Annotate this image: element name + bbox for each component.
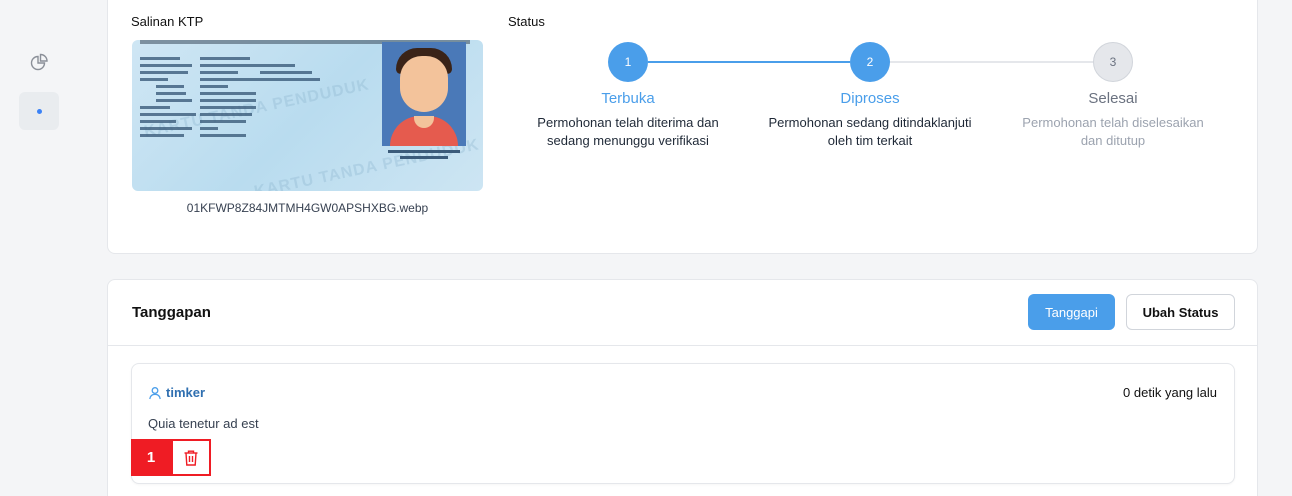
dot-icon [36,108,42,114]
ktp-place-line [388,150,460,153]
trash-icon [184,450,198,466]
ktp-filename[interactable]: 01KFWP8Z84JMTMH4GW0APSHXBG.webp [132,201,483,215]
sidebar-item-dashboard[interactable] [19,44,59,82]
ktp-text-line [200,113,252,116]
ktp-text-line [156,99,192,102]
step-connector-pending [890,61,1093,63]
sidebar-item-active[interactable] [19,92,59,130]
pie-chart-icon [30,53,48,71]
ktp-text-line [200,92,256,95]
ktp-text-line [140,127,192,130]
annotation-badge: 1 [131,439,171,476]
divider [108,345,1257,346]
step-3-circle: 3 [1093,42,1133,82]
ktp-text-line [140,113,196,116]
ktp-text-line [200,78,320,81]
comment-time: 0 detik yang lalu [1123,385,1217,400]
step-3-title: Selesai [1088,90,1138,107]
ktp-text-line [156,85,184,88]
ktp-text-line [200,71,238,74]
step-2-circle: 2 [850,42,890,82]
step-3-desc: Permohonan telah diselesaikan dan ditutu… [1003,114,1223,150]
ktp-text-line [140,78,168,81]
step-2-title: Diproses [840,90,900,107]
delete-comment-button[interactable] [171,439,211,476]
user-icon [149,386,161,399]
ktp-text-line [200,127,218,130]
step-3-desc-line2: dan ditutup [1080,133,1146,148]
sidebar [0,0,80,496]
step-1-number: 1 [624,55,632,69]
step-2-desc: Permohonan sedang ditindaklanjuti oleh t… [748,114,992,150]
ktp-date-line [400,156,448,159]
step-1-desc: Permohonan telah diterima dan sedang men… [518,114,738,150]
ktp-text-line [200,57,250,60]
tanggapan-title: Tanggapan [132,304,211,321]
step-1-desc-line1: Permohonan telah diterima dan [537,115,719,130]
ktp-text-line [200,64,295,67]
ktp-text-line [260,71,312,74]
step-2-desc-line1: Permohonan sedang ditindaklanjuti [768,115,972,130]
ktp-text-line [140,71,188,74]
status-label: Status [508,14,545,29]
ktp-text-line [140,120,176,123]
step-2-number: 2 [866,55,874,69]
step-2-desc-line2: oleh tim terkait [827,133,913,148]
ktp-image[interactable]: KARTU TANDA PENDUDUK KARTU TANDA PENDUDU… [132,40,483,191]
ktp-text-line [140,64,192,67]
step-1-desc-line2: sedang menunggu verifikasi [547,133,709,148]
ktp-photo [382,42,466,146]
ktp-text-line [200,85,228,88]
comment-item [131,363,1235,484]
ktp-text-line [156,92,186,95]
step-3-number: 3 [1109,55,1117,69]
photo-face [400,56,448,112]
step-1-circle: 1 [608,42,648,82]
comment-author: timker [148,385,205,400]
ktp-text-line [200,134,246,137]
ktp-text-line [200,106,256,109]
ktp-label: Salinan KTP [131,14,204,29]
step-3-desc-line1: Permohonan telah diselesaikan [1022,115,1204,130]
comment-author-name: timker [166,385,206,400]
tanggapi-button[interactable]: Tanggapi [1028,294,1115,330]
step-connector-done [648,61,850,63]
ktp-text-line [140,57,180,60]
ktp-text-line [140,106,170,109]
ubah-status-button[interactable]: Ubah Status [1126,294,1235,330]
ktp-text-line [200,99,256,102]
ktp-text-line [140,134,184,137]
step-1-title: Terbuka [601,90,655,107]
comment-body: Quia tenetur ad est [148,416,259,431]
ktp-text-line [200,120,246,123]
